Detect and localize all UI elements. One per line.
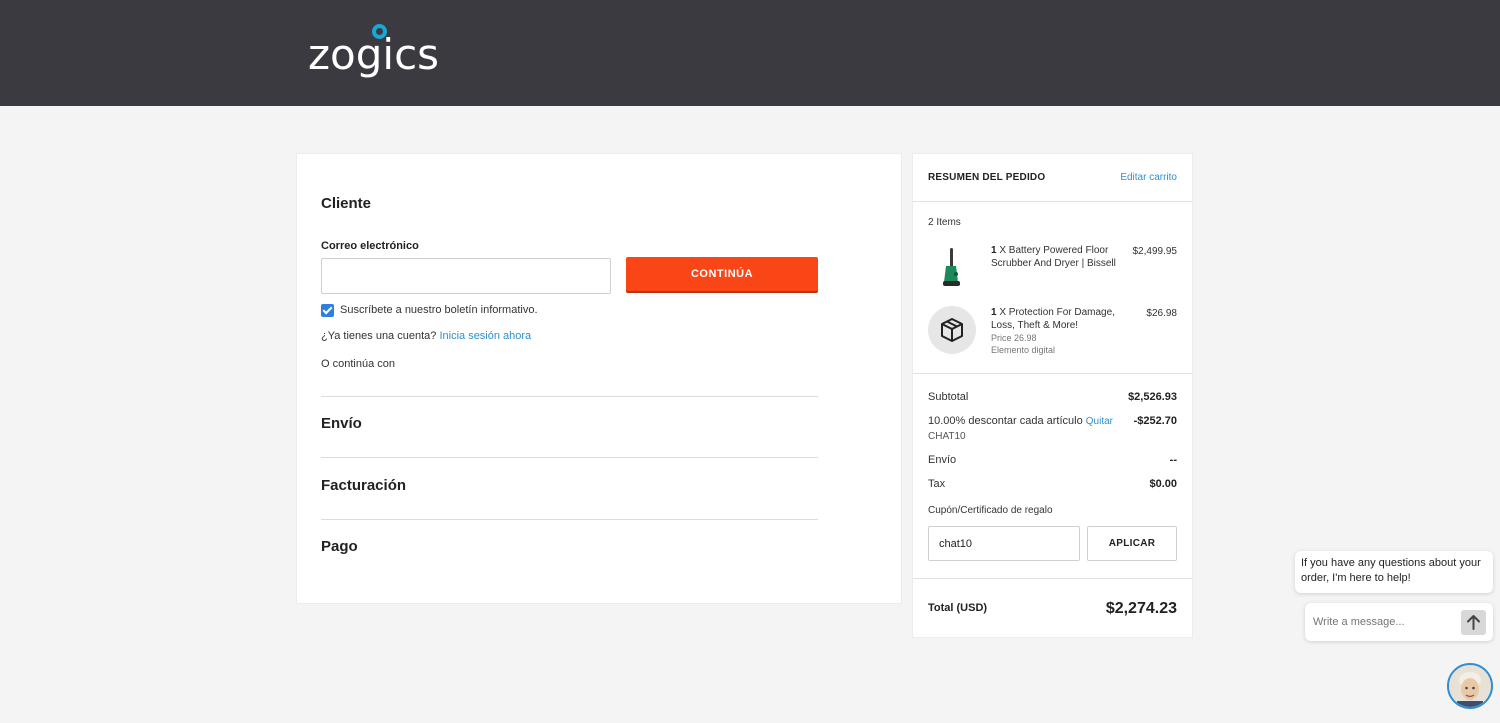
coupon-label: Cupón/Certificado de regalo — [928, 505, 1053, 516]
newsletter-label: Suscríbete a nuestro boletín informativo… — [340, 304, 538, 316]
zogics-logo[interactable]: zogics — [308, 22, 439, 84]
shipping-section-title[interactable]: Envío — [321, 415, 362, 432]
item-price: $26.98 — [1146, 308, 1177, 319]
item-title: X Battery Powered Floor Scrubber And Dry… — [991, 245, 1116, 269]
logo-text: zogics — [308, 30, 440, 79]
discount-value: -$252.70 — [1133, 415, 1177, 427]
divider — [321, 457, 818, 458]
payment-section-title[interactable]: Pago — [321, 538, 358, 555]
items-count: 2 Items — [928, 217, 961, 228]
shipping-value: -- — [1169, 454, 1177, 466]
discount-label: 10.00% descontar cada artículo Quitar — [928, 415, 1113, 427]
email-field[interactable] — [321, 258, 611, 294]
site-header: zogics — [0, 0, 1500, 106]
item-name: 1 X Battery Powered Floor Scrubber And D… — [991, 244, 1119, 270]
tax-value: $0.00 — [1149, 478, 1177, 490]
logo-dot-icon — [372, 24, 387, 39]
item-meta-price: Price 26.98 — [991, 333, 1037, 343]
continue-button[interactable]: CONTINÚA — [626, 257, 818, 291]
signin-link[interactable]: Inicia sesión ahora — [439, 330, 531, 342]
divider — [321, 396, 818, 397]
chat-message-input[interactable] — [1313, 612, 1453, 632]
discount-text: 10.00% descontar cada artículo — [928, 415, 1083, 427]
or-continue-text: O continúa con — [321, 358, 395, 370]
newsletter-checkbox[interactable] — [321, 304, 334, 317]
subtotal-label: Subtotal — [928, 391, 969, 403]
account-question-text: ¿Ya tienes una cuenta? — [321, 330, 437, 342]
divider — [913, 578, 1192, 579]
chat-input-box — [1305, 603, 1493, 641]
item-price: $2,499.95 — [1132, 246, 1178, 257]
divider — [913, 201, 1192, 202]
apply-coupon-button[interactable]: APLICAR — [1087, 526, 1177, 561]
coupon-input[interactable] — [928, 526, 1080, 561]
floor-scrubber-image — [928, 244, 976, 292]
tax-label: Tax — [928, 478, 946, 490]
chat-send-button[interactable] — [1461, 610, 1486, 635]
billing-section-title[interactable]: Facturación — [321, 477, 406, 494]
divider — [321, 519, 818, 520]
total-value: $2,274.23 — [1105, 600, 1177, 617]
item-title: X Protection For Damage, Loss, Theft & M… — [991, 307, 1115, 331]
order-summary-title: RESUMEN DEL PEDIDO — [928, 172, 1046, 183]
chat-agent-avatar[interactable] — [1447, 663, 1493, 709]
order-summary: RESUMEN DEL PEDIDO Editar carrito 2 Item… — [912, 153, 1193, 638]
package-icon — [928, 306, 976, 354]
edit-cart-link[interactable]: Editar carrito — [1120, 172, 1177, 183]
item-qty: 1 — [991, 307, 997, 318]
remove-discount-link[interactable]: Quitar — [1086, 416, 1113, 427]
item-name: 1 X Protection For Damage, Loss, Theft &… — [991, 306, 1119, 332]
checkout-steps-panel: Cliente Correo electrónico CONTINÚA Susc… — [296, 153, 902, 604]
divider — [913, 373, 1192, 374]
item-meta-type: Elemento digital — [991, 345, 1056, 355]
discount-code: CHAT10 — [928, 431, 966, 442]
account-question: ¿Ya tienes una cuenta? Inicia sesión aho… — [321, 330, 531, 342]
total-label: Total (USD) — [928, 602, 988, 614]
subtotal-value: $2,526.93 — [1128, 391, 1177, 403]
shipping-label: Envío — [928, 454, 957, 466]
arrow-up-icon — [1467, 615, 1480, 630]
customer-section-title: Cliente — [321, 195, 372, 212]
chat-message-bubble: If you have any questions about your ord… — [1295, 551, 1493, 593]
email-label: Correo electrónico — [321, 240, 419, 252]
item-qty: 1 — [991, 245, 997, 256]
